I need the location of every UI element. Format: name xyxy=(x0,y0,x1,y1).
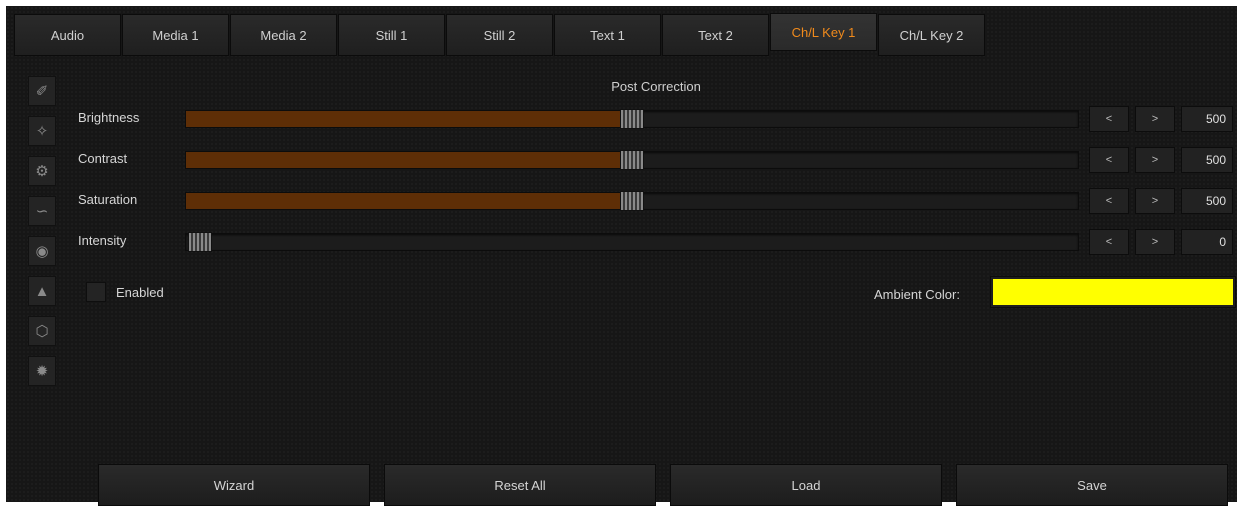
tool-icon-column: ✐ ✧ ⚙ ∽ ◉ ▲ ⬡ ✹ xyxy=(28,76,58,396)
slider-fill xyxy=(186,152,632,168)
value-field[interactable]: 500 xyxy=(1181,106,1233,132)
ambient-color-swatch xyxy=(993,279,1233,305)
brush-icon[interactable]: ✐ xyxy=(28,76,56,106)
decrement-button[interactable]: < xyxy=(1089,229,1129,255)
tab-still-1[interactable]: Still 1 xyxy=(338,14,445,56)
decrement-button[interactable]: < xyxy=(1089,147,1129,173)
decrement-button[interactable]: < xyxy=(1089,188,1129,214)
tab-text-2[interactable]: Text 2 xyxy=(662,14,769,56)
ambient-color-label: Ambient Color: xyxy=(874,287,960,302)
slider-handle[interactable] xyxy=(620,191,644,211)
section-title: Post Correction xyxy=(611,79,701,94)
slider-label: Saturation xyxy=(78,192,138,207)
slider-handle[interactable] xyxy=(620,150,644,170)
tab-media-1[interactable]: Media 1 xyxy=(122,14,229,56)
increment-button[interactable]: > xyxy=(1135,106,1175,132)
slider-handle[interactable] xyxy=(620,109,644,129)
alert-cone-icon[interactable]: ▲ xyxy=(28,276,56,306)
slider-label: Brightness xyxy=(78,110,140,125)
mask-icon[interactable]: ◉ xyxy=(28,236,56,266)
brightness-slider[interactable] xyxy=(185,109,1079,129)
wizard-button[interactable]: Wizard xyxy=(98,464,370,506)
chroma-luma-key-panel: Audio Media 1 Media 2 Still 1 Still 2 Te… xyxy=(6,6,1237,506)
increment-button[interactable]: > xyxy=(1135,147,1175,173)
ambient-color-picker[interactable] xyxy=(990,276,1236,308)
gear-brush-icon[interactable]: ⚙ xyxy=(28,156,56,186)
tab-chl-key-2[interactable]: Ch/L Key 2 xyxy=(878,14,985,56)
tab-media-2[interactable]: Media 2 xyxy=(230,14,337,56)
enabled-label: Enabled xyxy=(116,284,164,300)
enabled-checkbox[interactable] xyxy=(86,282,106,302)
shape-icon[interactable]: ⬡ xyxy=(28,316,56,346)
decrement-button[interactable]: < xyxy=(1089,106,1129,132)
tab-audio[interactable]: Audio xyxy=(14,14,121,56)
slider-label: Contrast xyxy=(78,151,128,166)
slider-handle[interactable] xyxy=(188,232,212,252)
action-bar: Wizard Reset All Load Save xyxy=(98,464,1228,506)
magic-wand-icon[interactable]: ✧ xyxy=(28,116,56,146)
tab-chl-key-1[interactable]: Ch/L Key 1 xyxy=(770,13,877,51)
increment-button[interactable]: > xyxy=(1135,188,1175,214)
load-button[interactable]: Load xyxy=(670,464,942,506)
slider-label: Intensity xyxy=(78,233,127,248)
slider-fill xyxy=(186,111,632,127)
save-button[interactable]: Save xyxy=(956,464,1228,506)
contrast-slider[interactable] xyxy=(185,150,1079,170)
value-field[interactable]: 500 xyxy=(1181,188,1233,214)
tab-still-2[interactable]: Still 2 xyxy=(446,14,553,56)
slider-fill xyxy=(186,193,632,209)
saturation-slider[interactable] xyxy=(185,191,1079,211)
increment-button[interactable]: > xyxy=(1135,229,1175,255)
curve-icon[interactable]: ∽ xyxy=(28,196,56,226)
value-field[interactable]: 0 xyxy=(1181,229,1233,255)
reset-all-button[interactable]: Reset All xyxy=(384,464,656,506)
intensity-slider[interactable] xyxy=(185,232,1079,252)
value-field[interactable]: 500 xyxy=(1181,147,1233,173)
tab-bar: Audio Media 1 Media 2 Still 1 Still 2 Te… xyxy=(14,13,986,56)
burst-icon[interactable]: ✹ xyxy=(28,356,56,386)
enabled-option: Enabled xyxy=(86,282,164,302)
tab-text-1[interactable]: Text 1 xyxy=(554,14,661,56)
